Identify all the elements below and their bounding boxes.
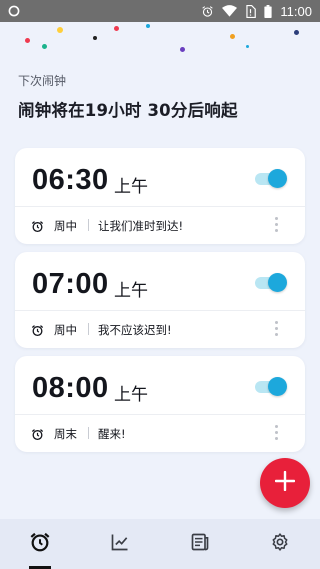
add-alarm-button[interactable] xyxy=(260,458,310,508)
divider xyxy=(88,427,89,439)
toggle-thumb xyxy=(268,273,287,292)
notification-circle-icon xyxy=(8,5,20,17)
next-alarm-countdown: 闹钟将在19小时 30分后响起 xyxy=(18,101,238,120)
alarm-time[interactable]: 07:00 xyxy=(32,268,109,301)
alarm-clock-icon xyxy=(31,322,44,341)
alarm-toggle[interactable] xyxy=(255,273,287,292)
no-sim-icon xyxy=(245,4,257,18)
bottom-navigation xyxy=(0,519,320,569)
more-options-icon[interactable] xyxy=(275,425,279,443)
alarm-card[interactable]: 06:30 上午 周中 让我们准时到达! xyxy=(15,148,305,244)
alarm-ampm: 上午 xyxy=(114,281,148,301)
more-options-icon[interactable] xyxy=(275,217,279,235)
alarm-time[interactable]: 08:00 xyxy=(32,372,109,405)
alarm-toggle[interactable] xyxy=(255,377,287,396)
alarm-label[interactable]: 让我们准时到达! xyxy=(98,218,183,234)
next-alarm-header: 下次闹钟 闹钟将在19小时 30分后响起 xyxy=(18,72,238,121)
alarm-repeat-days[interactable]: 周末 xyxy=(54,426,77,442)
nav-settings[interactable] xyxy=(240,519,320,569)
news-icon xyxy=(190,532,210,556)
alarm-clock-icon xyxy=(31,426,44,445)
alarm-toggle[interactable] xyxy=(255,169,287,188)
alarm-repeat-days[interactable]: 周中 xyxy=(54,322,77,338)
alarm-label[interactable]: 我不应该迟到! xyxy=(98,322,172,338)
alarm-repeat-days[interactable]: 周中 xyxy=(54,218,77,234)
nav-statistics[interactable] xyxy=(80,519,160,569)
alarm-clock-icon xyxy=(29,531,51,557)
status-bar: 11:00 xyxy=(0,0,320,22)
alarm-card[interactable]: 08:00 上午 周末 醒来! xyxy=(15,356,305,452)
alarm-icon xyxy=(201,5,214,18)
alarm-clock-icon xyxy=(31,218,44,237)
alarm-card[interactable]: 07:00 上午 周中 我不应该迟到! xyxy=(15,252,305,348)
divider xyxy=(88,219,89,231)
nav-news[interactable] xyxy=(160,519,240,569)
toggle-thumb xyxy=(268,169,287,188)
next-alarm-label: 下次闹钟 xyxy=(18,74,67,88)
toggle-thumb xyxy=(268,377,287,396)
more-options-icon[interactable] xyxy=(275,321,279,339)
alarm-ampm: 上午 xyxy=(114,385,148,405)
gear-icon xyxy=(270,532,290,556)
nav-alarm[interactable] xyxy=(0,519,80,569)
divider xyxy=(88,323,89,335)
alarm-ampm: 上午 xyxy=(114,177,148,197)
alarm-time[interactable]: 06:30 xyxy=(32,164,109,197)
status-time: 11:00 xyxy=(280,3,312,19)
wifi-icon xyxy=(222,5,238,17)
chart-icon xyxy=(110,532,130,556)
alarm-label[interactable]: 醒来! xyxy=(98,426,126,442)
battery-icon xyxy=(264,4,273,18)
plus-icon xyxy=(274,470,296,495)
